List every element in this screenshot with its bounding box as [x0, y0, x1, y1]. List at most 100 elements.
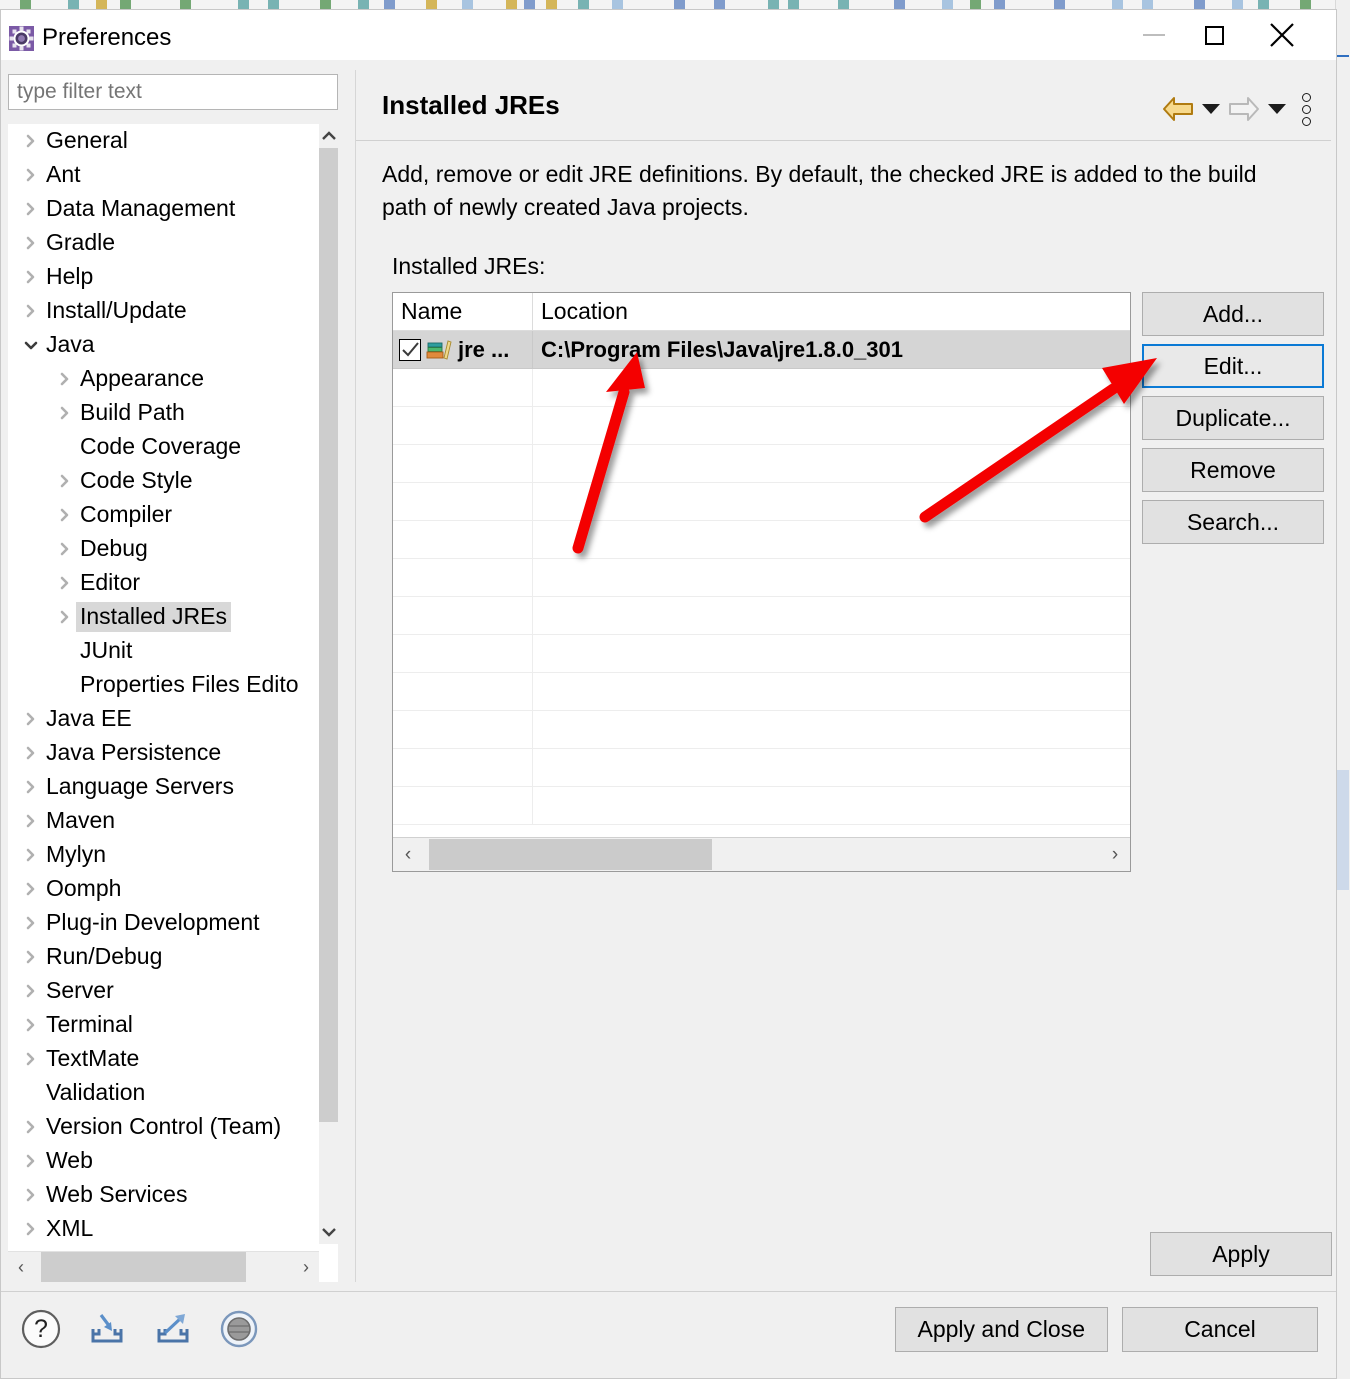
chevron-right-icon[interactable]: [20, 1153, 42, 1169]
sidebar-item-debug[interactable]: Debug: [8, 532, 319, 566]
forward-dropdown-button[interactable]: [1265, 88, 1289, 130]
sidebar-item-oomph[interactable]: Oomph: [8, 872, 319, 906]
background-scrollbar-thumb[interactable]: [1337, 770, 1349, 890]
chevron-right-icon[interactable]: [54, 473, 76, 489]
sidebar-item-maven[interactable]: Maven: [8, 804, 319, 838]
close-button[interactable]: [1252, 10, 1312, 60]
chevron-right-icon[interactable]: [20, 269, 42, 285]
table-horizontal-scrollbar[interactable]: ‹ ›: [393, 837, 1130, 871]
chevron-right-icon[interactable]: [20, 1017, 42, 1033]
remove-button[interactable]: Remove: [1142, 448, 1324, 492]
sidebar-item-install-update[interactable]: Install/Update: [8, 294, 319, 328]
sidebar-item-java[interactable]: Java: [8, 328, 319, 362]
table-row-empty[interactable]: [393, 635, 1130, 673]
tree-scrollbar-thumb[interactable]: [319, 148, 338, 1122]
sidebar-item-code-style[interactable]: Code Style: [8, 464, 319, 498]
chevron-right-icon[interactable]: [20, 983, 42, 999]
help-icon[interactable]: ?: [19, 1307, 63, 1351]
row-name-cell[interactable]: jre ...: [399, 331, 509, 368]
scroll-up-icon[interactable]: [319, 124, 338, 148]
chevron-right-icon[interactable]: [20, 949, 42, 965]
tree-hscrollbar-thumb[interactable]: [41, 1252, 246, 1282]
table-row-empty[interactable]: [393, 559, 1130, 597]
search-button[interactable]: Search...: [1142, 500, 1324, 544]
chevron-right-icon[interactable]: [20, 915, 42, 931]
table-row-empty[interactable]: [393, 711, 1130, 749]
filter-input[interactable]: [8, 74, 338, 110]
back-button[interactable]: [1157, 88, 1199, 130]
add-button[interactable]: Add...: [1142, 292, 1324, 336]
sidebar-item-terminal[interactable]: Terminal: [8, 1008, 319, 1042]
sidebar-item-properties-files-edito[interactable]: Properties Files Edito: [8, 668, 319, 702]
table-scroll-right-icon[interactable]: ›: [1100, 838, 1130, 871]
table-row-empty[interactable]: [393, 521, 1130, 559]
minimize-button[interactable]: [1124, 10, 1184, 60]
scroll-down-icon[interactable]: [319, 1220, 338, 1244]
table-row-empty[interactable]: [393, 483, 1130, 521]
import-icon[interactable]: [85, 1307, 129, 1351]
table-row-empty[interactable]: [393, 673, 1130, 711]
jre-default-checkbox[interactable]: [399, 339, 421, 361]
table-row-empty[interactable]: [393, 787, 1130, 825]
table-row-empty[interactable]: [393, 407, 1130, 445]
scroll-right-icon[interactable]: ›: [293, 1252, 319, 1282]
sidebar-item-help[interactable]: Help: [8, 260, 319, 294]
sidebar-item-run-debug[interactable]: Run/Debug: [8, 940, 319, 974]
chevron-right-icon[interactable]: [20, 235, 42, 251]
chevron-right-icon[interactable]: [20, 813, 42, 829]
table-row-empty[interactable]: [393, 749, 1130, 787]
maximize-button[interactable]: [1184, 10, 1244, 60]
sidebar-item-version-control-team[interactable]: Version Control (Team): [8, 1110, 319, 1144]
back-dropdown-button[interactable]: [1199, 88, 1223, 130]
chevron-right-icon[interactable]: [20, 201, 42, 217]
sidebar-item-build-path[interactable]: Build Path: [8, 396, 319, 430]
chevron-down-icon[interactable]: [20, 338, 42, 352]
chevron-right-icon[interactable]: [54, 507, 76, 523]
sidebar-item-validation[interactable]: Validation: [8, 1076, 319, 1110]
scroll-left-icon[interactable]: ‹: [8, 1252, 34, 1282]
table-row-empty[interactable]: [393, 369, 1130, 407]
sidebar-item-code-coverage[interactable]: Code Coverage: [8, 430, 319, 464]
sidebar-item-java-persistence[interactable]: Java Persistence: [8, 736, 319, 770]
chevron-right-icon[interactable]: [20, 881, 42, 897]
apply-button[interactable]: Apply: [1150, 1232, 1332, 1276]
sidebar-item-server[interactable]: Server: [8, 974, 319, 1008]
chevron-right-icon[interactable]: [20, 1119, 42, 1135]
chevron-right-icon[interactable]: [20, 133, 42, 149]
column-divider[interactable]: [532, 293, 533, 330]
chevron-right-icon[interactable]: [54, 371, 76, 387]
chevron-right-icon[interactable]: [54, 541, 76, 557]
sidebar-item-data-management[interactable]: Data Management: [8, 192, 319, 226]
edit-button[interactable]: Edit...: [1142, 344, 1324, 388]
export-icon[interactable]: [151, 1307, 195, 1351]
sidebar-item-java-ee[interactable]: Java EE: [8, 702, 319, 736]
tree-scroll-viewport[interactable]: GeneralAntData ManagementGradleHelpInsta…: [8, 124, 319, 1244]
chevron-right-icon[interactable]: [20, 847, 42, 863]
apply-and-close-button[interactable]: Apply and Close: [895, 1307, 1109, 1352]
sidebar-item-language-servers[interactable]: Language Servers: [8, 770, 319, 804]
sidebar-item-general[interactable]: General: [8, 124, 319, 158]
chevron-right-icon[interactable]: [54, 405, 76, 421]
sidebar-item-textmate[interactable]: TextMate: [8, 1042, 319, 1076]
sidebar-item-web-services[interactable]: Web Services: [8, 1178, 319, 1212]
duplicate-button[interactable]: Duplicate...: [1142, 396, 1324, 440]
chevron-right-icon[interactable]: [20, 1051, 42, 1067]
table-row-empty[interactable]: [393, 445, 1130, 483]
tree-vertical-scrollbar[interactable]: [319, 124, 338, 1244]
sidebar-item-mylyn[interactable]: Mylyn: [8, 838, 319, 872]
sidebar-item-xml[interactable]: XML: [8, 1212, 319, 1244]
chevron-right-icon[interactable]: [20, 711, 42, 727]
table-scroll-left-icon[interactable]: ‹: [393, 838, 423, 871]
chevron-right-icon[interactable]: [20, 1221, 42, 1237]
sidebar-item-compiler[interactable]: Compiler: [8, 498, 319, 532]
column-header-name[interactable]: Name: [401, 293, 462, 330]
sidebar-item-plug-in-development[interactable]: Plug-in Development: [8, 906, 319, 940]
chevron-right-icon[interactable]: [54, 575, 76, 591]
sidebar-item-web[interactable]: Web: [8, 1144, 319, 1178]
chevron-right-icon[interactable]: [20, 745, 42, 761]
sidebar-item-installed-jres[interactable]: Installed JREs: [8, 600, 319, 634]
table-hscrollbar-thumb[interactable]: [429, 839, 712, 870]
sidebar-item-ant[interactable]: Ant: [8, 158, 319, 192]
sidebar-item-gradle[interactable]: Gradle: [8, 226, 319, 260]
chevron-right-icon[interactable]: [20, 303, 42, 319]
